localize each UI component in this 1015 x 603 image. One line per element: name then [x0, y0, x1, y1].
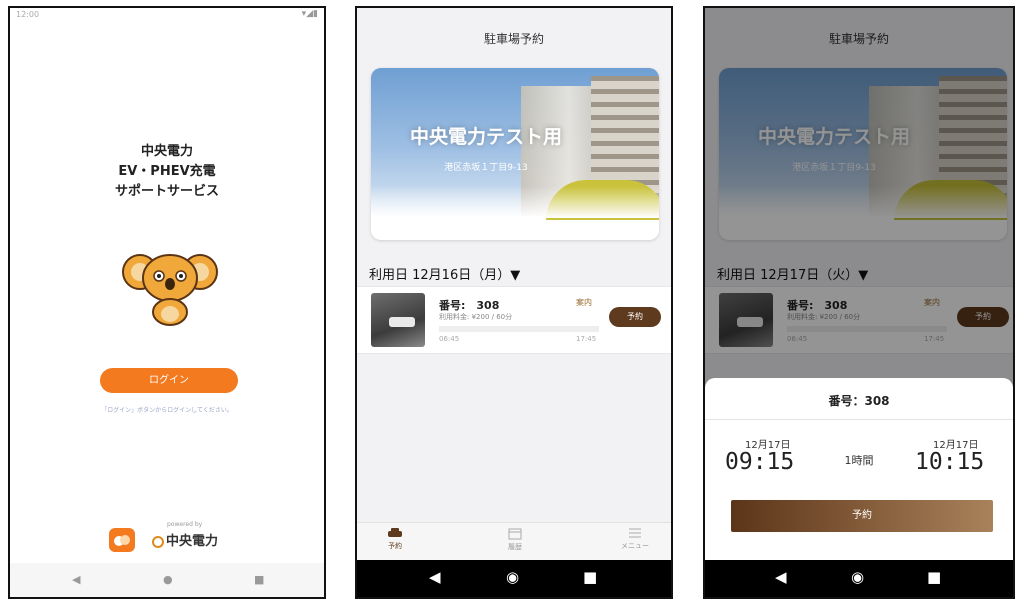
koala-mascot-icon — [122, 254, 218, 326]
status-time: 12:00 — [16, 10, 40, 19]
app-title-line-1: 中央電力 — [140, 144, 193, 159]
back-icon[interactable]: ◀ — [429, 568, 441, 586]
recents-icon[interactable]: ■ — [254, 573, 264, 586]
car-image — [389, 317, 415, 327]
system-nav-bar: ◀ ◉ ■ — [357, 560, 671, 597]
login-hint: 「ログイン」ボタンからログインしてください。 — [101, 407, 233, 414]
booking-modal-screen: 駐車場予約 中央電力テスト用 港区赤坂１丁目9-13 利用日 12月17日（火）… — [703, 6, 1015, 599]
tab-history-label: 履歴 — [508, 543, 522, 551]
banner-title: 中央電力テスト用 — [409, 126, 562, 148]
back-icon[interactable]: ◀ — [72, 573, 80, 586]
reserve-button[interactable]: 予約 — [609, 307, 661, 327]
app-title: 中央電力 EV・PHEV充電 サポートサービス — [10, 142, 324, 202]
parking-banner: 中央電力テスト用 港区赤坂１丁目9-13 — [371, 68, 659, 240]
home-icon[interactable]: ◉ — [506, 568, 519, 586]
spot-number: 番号: 308 — [439, 299, 500, 312]
tab-history[interactable]: 履歴 — [485, 527, 545, 552]
booking-sheet: 番号：308 12月17日 09:15 1時間 12月17日 10:15 予約 — [705, 378, 1013, 564]
powered-by-label: powered by — [167, 521, 203, 528]
tab-menu[interactable]: メニュー — [605, 527, 665, 551]
company-logo-text: 中央電力 — [166, 534, 219, 549]
banner-address: 港区赤坂１丁目9-13 — [444, 163, 528, 173]
spot-price: 利用料金: ¥200 / 60分 — [439, 313, 513, 321]
home-icon[interactable]: ● — [163, 573, 173, 586]
app-title-line-2: EV・PHEV充電 — [118, 164, 216, 179]
confirm-reserve-button[interactable]: 予約 — [731, 500, 993, 532]
end-time-label: 17:45 — [576, 335, 597, 343]
app-title-line-3: サポートサービス — [114, 184, 219, 199]
tab-reserve-label: 予約 — [388, 542, 402, 550]
system-nav-bar: ◀ ● ■ — [10, 563, 324, 597]
status-bar: 12:00 ▾◢▮ — [10, 8, 324, 24]
page-title: 駐車場予約 — [483, 32, 544, 46]
spot-thumbnail — [371, 293, 425, 347]
home-icon[interactable]: ◉ — [851, 568, 864, 586]
recents-icon[interactable]: ■ — [927, 568, 941, 586]
availability-bar — [439, 326, 599, 332]
sheet-divider — [705, 419, 1013, 420]
end-time[interactable]: 10:15 — [915, 449, 984, 475]
back-icon[interactable]: ◀ — [775, 568, 787, 586]
login-button[interactable]: ログイン — [100, 368, 238, 393]
company-logo: 中央電力 — [152, 530, 218, 549]
login-screen: 12:00 ▾◢▮ 中央電力 EV・PHEV充電 サポートサービス ログイン 「… — [8, 6, 326, 599]
start-time-label: 06:45 — [439, 335, 460, 343]
tab-reserve[interactable]: 予約 — [365, 527, 425, 551]
date-selector[interactable]: 利用日 12月16日（月）▼ — [369, 264, 520, 283]
booking-screen: 駐車場予約 中央電力テスト用 港区赤坂１丁目9-13 利用日 12月16日（月）… — [355, 6, 673, 599]
banner-fade — [371, 186, 659, 218]
company-ring-icon — [152, 536, 164, 548]
tab-menu-label: メニュー — [621, 542, 649, 550]
system-nav-bar: ◀ ◉ ■ — [705, 560, 1013, 597]
car-icon — [388, 528, 402, 537]
sheet-spot-number: 番号：308 — [828, 394, 890, 408]
guide-link[interactable]: 案内 — [576, 297, 592, 308]
calendar-icon — [508, 528, 522, 540]
menu-icon — [629, 528, 641, 538]
parking-spot-card: 番号: 308 利用料金: ¥200 / 60分 案内 06:45 17:45 … — [357, 286, 671, 354]
signal-battery-icon: ▾◢▮ — [301, 9, 318, 19]
recents-icon[interactable]: ■ — [583, 568, 597, 586]
app-logo-icon — [109, 528, 135, 552]
